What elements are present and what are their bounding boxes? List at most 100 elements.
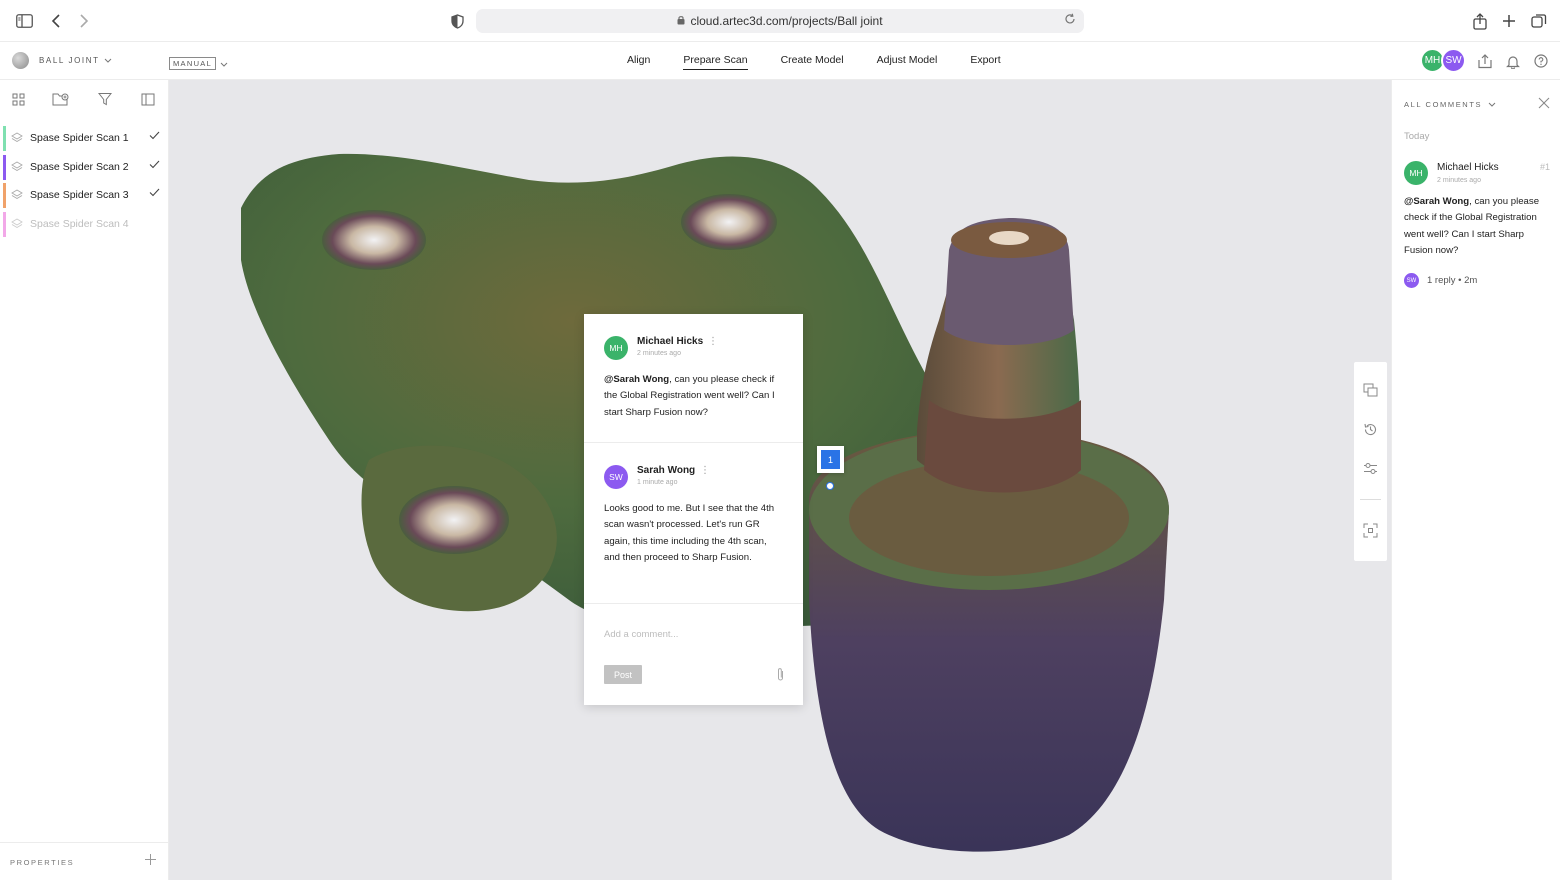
tab-prepare-scan[interactable]: Prepare Scan [683,54,748,70]
reload-icon[interactable] [1064,13,1076,28]
pin-anchor-dot [826,482,834,490]
scans-panel: Spase Spider Scan 1 Spase Spider Scan 2 … [0,80,169,880]
back-icon[interactable] [46,11,66,31]
comment-thread-card: MH Michael Hicks ⋮ 2 minutes ago @Sarah … [584,314,803,705]
reply-count: 1 reply • 2m [1427,275,1478,286]
avatar[interactable]: MH [604,336,628,360]
project-logo-icon [12,52,29,69]
scan-color-swatch [3,211,6,237]
lock-icon [677,14,685,28]
layers-icon [11,132,23,146]
url-bar[interactable]: cloud.artec3d.com/projects/Ball joint [476,9,1084,33]
comments-icon[interactable] [1362,382,1379,399]
project-selector[interactable]: BALL JOINT [12,52,112,69]
avatar: SW [1404,273,1419,288]
comment-text: @Sarah Wong, can you please check if the… [604,372,784,421]
comment-time: 2 minutes ago [637,350,681,357]
close-icon[interactable] [1538,96,1550,114]
check-icon[interactable] [149,160,160,172]
divider [1360,499,1381,500]
scan-color-swatch [3,183,6,208]
comment-author: Michael Hicks [1437,162,1499,173]
comments-filter[interactable]: ALL COMMENTS [1404,100,1496,109]
new-tab-icon[interactable] [1499,11,1519,31]
scan-label: Spase Spider Scan 4 [30,217,129,230]
url-text: cloud.artec3d.com/projects/Ball joint [690,14,883,28]
more-options-icon[interactable]: ⋮ [700,465,710,476]
scan-label: Spase Spider Scan 1 [30,132,129,145]
avatar[interactable]: SW [604,465,628,489]
avatar[interactable]: SW [1441,48,1466,73]
filter-icon[interactable] [96,90,114,108]
help-icon[interactable] [1532,52,1550,70]
divider [584,603,803,604]
list-item[interactable]: Spase Spider Scan 2 [0,153,169,182]
group-heading: Today [1404,131,1430,142]
plus-icon[interactable] [144,853,157,868]
post-button[interactable]: Post [604,665,642,684]
comment-mention[interactable]: @Sarah Wong [604,374,669,385]
panel-toggle-icon[interactable] [139,90,157,108]
scan-label: Spase Spider Scan 2 [30,160,129,173]
list-item[interactable]: Spase Spider Scan 1 [0,124,169,153]
comment-pin[interactable]: 1 [817,446,844,473]
mode-selector[interactable]: MANUAL [169,54,228,72]
comment-author: Michael Hicks [637,336,704,347]
pin-number: 1 [821,450,840,469]
comment-time: 1 minute ago [637,479,678,486]
collaborators: MH SW [1420,48,1466,73]
reply-summary[interactable]: SW 1 reply • 2m [1404,273,1477,288]
properties-label: PROPERTIES [10,858,75,867]
main-nav: Align Prepare Scan Create Model Adjust M… [627,54,1034,70]
tab-create-model[interactable]: Create Model [781,54,844,70]
tab-export[interactable]: Export [970,54,1000,70]
3d-viewport[interactable]: MH Michael Hicks ⋮ 2 minutes ago @Sarah … [169,80,1391,880]
bell-icon[interactable] [1504,52,1522,70]
comment-input[interactable]: Add a comment... [604,629,678,640]
divider [584,442,803,443]
comment-text[interactable]: @Sarah Wong, can you please check if the… [1404,194,1554,259]
fit-view-icon[interactable] [1362,522,1379,539]
comments-panel: ALL COMMENTS Today MH Michael Hicks #1 2… [1391,80,1560,880]
add-folder-icon[interactable] [52,90,70,108]
properties-section[interactable]: PROPERTIES [0,842,169,880]
more-options-icon[interactable]: ⋮ [708,336,718,347]
comment-text: Looks good to me. But I see that the 4th… [604,503,775,563]
list-item[interactable]: Spase Spider Scan 4 [0,210,169,239]
comments-title: ALL COMMENTS [1404,100,1483,109]
sliders-icon[interactable] [1362,460,1379,477]
check-icon[interactable] [149,188,160,200]
tab-adjust-model[interactable]: Adjust Model [877,54,938,70]
share-icon[interactable] [1470,11,1490,31]
check-icon[interactable] [149,131,160,143]
grid-view-icon[interactable] [9,90,27,108]
chevron-down-icon [104,56,112,65]
avatar[interactable]: MH [1404,161,1428,185]
layers-icon [11,217,23,232]
layers-icon [11,160,23,175]
paperclip-icon[interactable] [776,667,785,687]
sidebar-icon[interactable] [14,11,34,31]
scan-label: Spase Spider Scan 3 [30,189,129,202]
browser-toolbar: cloud.artec3d.com/projects/Ball joint [0,0,1560,42]
comment-number: #1 [1539,162,1550,172]
comment-mention[interactable]: @Sarah Wong [1404,196,1469,207]
chevron-down-icon [220,54,228,72]
comment-time: 2 minutes ago [1437,177,1481,184]
comment-author: Sarah Wong [637,465,696,476]
history-icon[interactable] [1362,421,1379,438]
app-header: BALL JOINT MANUAL Align Prepare Scan Cre… [0,42,1560,80]
share-icon[interactable] [1476,52,1494,70]
tabs-icon[interactable] [1529,11,1549,31]
scan-color-swatch [3,154,6,180]
layers-icon [11,189,23,203]
view-toolbar [1354,362,1387,561]
scan-color-swatch [3,126,6,151]
forward-icon[interactable] [74,11,94,31]
list-item[interactable]: Spase Spider Scan 3 [0,181,169,210]
scans-toolbar [0,90,169,110]
shield-icon[interactable] [447,11,467,31]
mode-label: MANUAL [169,56,217,70]
tab-align[interactable]: Align [627,54,650,70]
project-name: BALL JOINT [39,56,100,65]
